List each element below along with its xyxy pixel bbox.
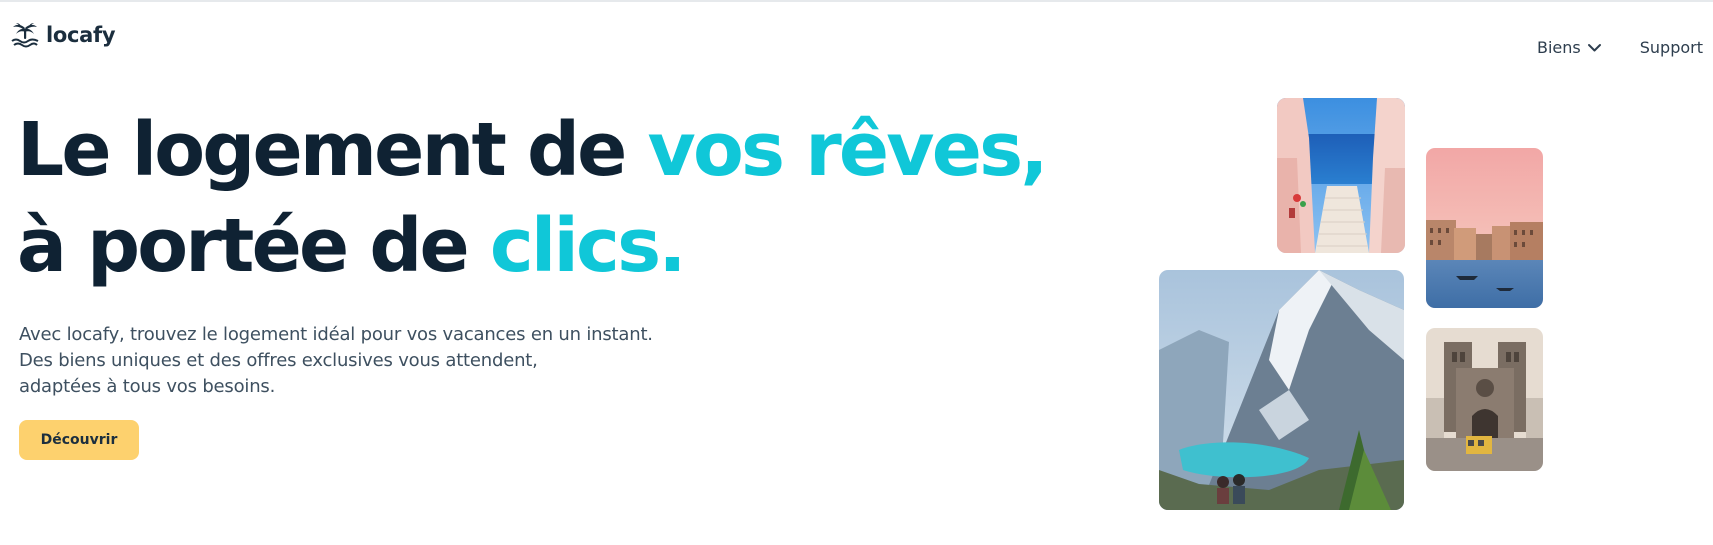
headline-line1-text: Le logement de — [17, 107, 648, 193]
subtitle-line: adaptées à tous vos besoins. — [19, 376, 276, 397]
headline-line1-accent: vos rêves, — [647, 107, 1049, 193]
photo-mountain-lake — [1159, 270, 1404, 510]
chevron-down-icon — [1587, 43, 1601, 51]
brand-name: locafy — [46, 23, 116, 47]
subtitle-line: Des biens uniques et des offres exclusiv… — [19, 350, 538, 371]
photo-venice-canal — [1426, 148, 1543, 308]
top-border — [0, 0, 1713, 2]
hero-headline: Le logement de vos rêves, à portée de cl… — [17, 102, 1049, 294]
nav-item-biens[interactable]: Biens — [1537, 38, 1602, 57]
subtitle-line: Avec locafy, trouvez le logement idéal p… — [19, 324, 653, 345]
discover-button[interactable]: Découvrir — [19, 420, 139, 460]
nav-item-support-label: Support — [1639, 38, 1703, 57]
nav-item-biens-label: Biens — [1537, 38, 1581, 57]
headline-line2-accent: clics. — [489, 203, 687, 289]
main-nav: Biens Support — [1537, 38, 1703, 57]
photo-santorini-stairs — [1277, 98, 1405, 253]
palm-tree-icon — [11, 23, 39, 48]
hero-headline-line-1: Le logement de vos rêves, — [17, 102, 1049, 198]
photo-lisbon-cathedral — [1426, 328, 1543, 471]
brand-logo[interactable]: locafy — [10, 22, 116, 48]
headline-line2-text: à portée de — [17, 203, 490, 289]
hero-headline-line-2: à portée de clics. — [17, 198, 1046, 294]
nav-item-support[interactable]: Support — [1640, 38, 1703, 57]
hero-subtitle: Avec locafy, trouvez le logement idéal p… — [19, 322, 653, 400]
